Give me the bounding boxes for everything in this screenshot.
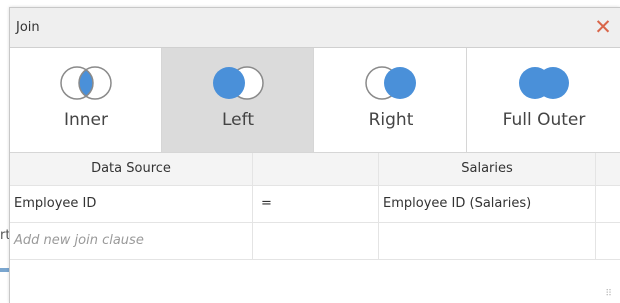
join-type-bar: Inner Left Right Full Outer	[10, 48, 620, 153]
operator-cell[interactable]: =	[253, 186, 379, 222]
join-inner-button[interactable]: Inner	[10, 48, 162, 152]
dialog-titlebar: Join ✕	[10, 8, 620, 48]
resize-grip-icon[interactable]: ⠿	[605, 290, 612, 299]
dialog-title: Join	[16, 20, 40, 35]
join-dialog: Join ✕ Inner Left Right Full Outer Data …	[9, 7, 620, 303]
left-join-icon	[213, 66, 264, 100]
join-right-button[interactable]: Right	[315, 48, 467, 152]
join-right-label: Right	[368, 110, 414, 130]
join-left-label: Left	[222, 110, 254, 130]
header-salaries: Salaries	[379, 153, 596, 185]
right-join-icon	[365, 66, 416, 100]
right-field-cell-empty	[379, 223, 596, 259]
header-spacer	[596, 153, 620, 185]
add-clause-row[interactable]: Add new join clause	[10, 223, 620, 260]
row-spacer-empty	[596, 223, 620, 259]
join-left-button[interactable]: Left	[162, 48, 314, 152]
operator-cell-empty	[253, 223, 379, 259]
right-field-cell[interactable]: Employee ID (Salaries)	[379, 186, 596, 222]
close-icon[interactable]: ✕	[592, 15, 614, 39]
row-spacer	[596, 186, 620, 222]
header-data-source: Data Source	[10, 153, 253, 185]
add-join-clause[interactable]: Add new join clause	[10, 223, 253, 259]
left-field-cell[interactable]: Employee ID	[10, 186, 253, 222]
join-full-outer-label: Full Outer	[502, 110, 586, 130]
join-inner-label: Inner	[63, 110, 108, 130]
table-row[interactable]: Employee ID = Employee ID (Salaries)	[10, 186, 620, 223]
full-outer-join-icon	[519, 67, 569, 99]
inner-join-icon	[60, 66, 112, 100]
join-full-outer-button[interactable]: Full Outer	[468, 48, 620, 152]
table-header-row: Data Source Salaries	[10, 153, 620, 186]
header-operator	[253, 153, 379, 185]
